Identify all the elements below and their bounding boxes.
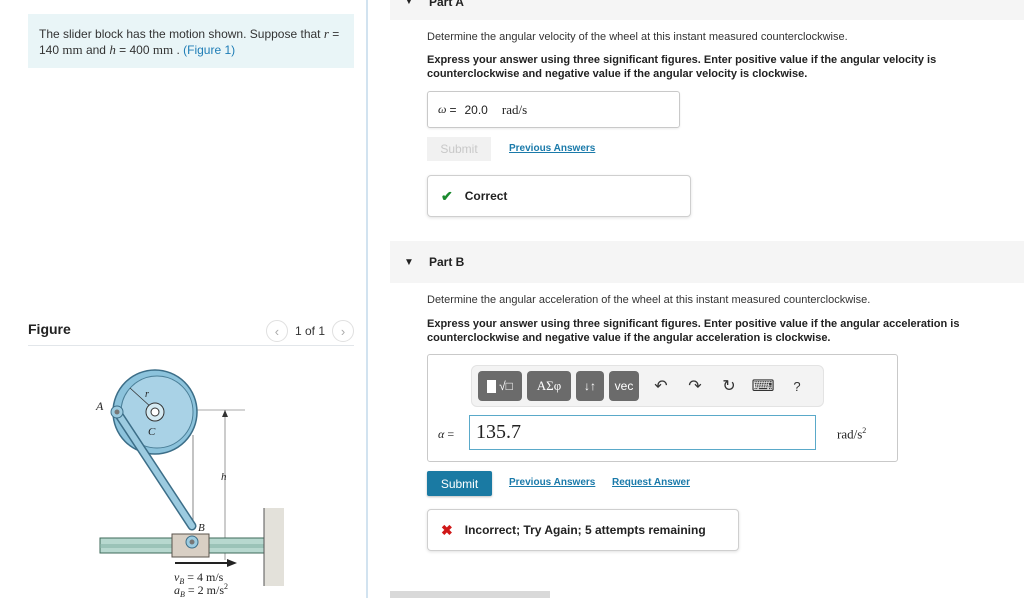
part-b-header[interactable]: ▼ Part B [390,241,1024,283]
label-c: C [148,426,156,438]
right-panel: ▼ Part A Determine the angular velocity … [390,0,1024,598]
part-a-question: Determine the angular velocity of the wh… [427,31,848,43]
figure-link[interactable]: (Figure 1) [183,43,235,57]
wall [264,508,284,586]
unit-exponent: 2 [862,426,867,435]
h-symbol: h [109,42,116,57]
part-b-math-editor: √□ ΑΣφ ↓↑ vec ↶ ↷ ↻ ⌨ ? α = 135.7 rad/s2 [427,354,898,462]
omega-symbol: ω [438,102,447,116]
arrows-button[interactable]: ↓↑ [576,371,604,401]
part-b-unit: rad/s2 [837,426,866,442]
part-b-question: Determine the angular acceleration of th… [427,294,871,306]
reset-icon[interactable]: ↻ [712,376,746,396]
vector-button[interactable]: vec [609,371,639,401]
r-value: 140 [39,43,60,57]
part-a-header[interactable]: ▼ Part A [390,0,1024,20]
part-a-feedback-text: Correct [464,189,508,203]
part-b-instructions: Express your answer using three signific… [427,318,960,344]
part-a-unit: rad/s [501,101,528,117]
part-a-previous-answers-link[interactable]: Previous Answers [509,143,595,154]
keyboard-icon[interactable]: ⌨ [746,376,780,396]
label-b: B [198,522,205,534]
h-arrow-top [222,410,228,417]
request-answer-link[interactable]: Request Answer [612,477,690,488]
root-icon: √□ [499,379,513,393]
mechanism-figure: A C r h B vB = 4 m/s aB = 2 m/s2 [95,369,284,598]
part-b-previous-answers-link[interactable]: Previous Answers [509,477,595,488]
equals: = [449,102,457,117]
pin-a-center [114,409,120,415]
label-h: h [221,471,227,483]
period: . [173,43,184,57]
x-mark-icon: ✖ [441,521,453,538]
and-text: and [82,43,110,57]
templates-button[interactable]: √□ [478,371,522,401]
undo-icon[interactable]: ↶ [644,376,678,396]
label-a: A [95,399,104,413]
part-a-feedback: ✔ Correct [427,175,691,217]
panel-divider [366,0,368,598]
part-b-feedback-text: Incorrect; Try Again; 5 attempts remaini… [464,523,706,537]
template-box-icon [487,379,497,393]
equals: = [444,427,455,441]
help-icon[interactable]: ? [780,379,814,394]
checkmark-icon: ✔ [441,187,453,204]
unit-mm: mm [62,42,83,57]
part-a-value: 20.0 [464,102,488,117]
figure-header: Figure ‹ 1 of 1 › [28,318,354,346]
part-b-answer-input[interactable]: 135.7 [469,415,816,450]
problem-text: The slider block has the motion shown. S… [39,27,324,41]
figure-pager: ‹ 1 of 1 › [265,320,354,342]
collapse-arrow-icon: ▼ [404,0,414,7]
greek-symbols-button[interactable]: ΑΣφ [527,371,571,401]
part-a-submit-button[interactable]: Submit [427,137,491,161]
redo-icon[interactable]: ↷ [678,376,712,396]
hub-center [150,407,160,417]
prev-figure-button[interactable]: ‹ [265,320,288,342]
alpha-label: α = [438,427,454,442]
pin-b-center [189,539,195,545]
label-r: r [145,389,149,400]
next-figure-button[interactable]: › [332,320,354,342]
equals: = [328,27,340,41]
unit-mm: mm [152,42,174,57]
part-b-label: Part B [429,255,465,269]
h-value: 400 [129,43,150,57]
problem-statement: The slider block has the motion shown. S… [28,14,354,68]
part-b-feedback: ✖ Incorrect; Try Again; 5 attempts remai… [427,509,739,551]
unit-text: rad/s [837,426,863,442]
left-panel: The slider block has the motion shown. S… [0,0,366,598]
figure-title: Figure [28,321,71,337]
next-section-bar [390,591,550,598]
part-a-label: Part A [429,0,464,9]
pager-text: 1 of 1 [294,324,325,338]
collapse-arrow-icon: ▼ [404,257,414,268]
velocity-arrowhead [227,559,237,567]
part-a-answer-box: ω = 20.0 rad/s [427,91,680,128]
part-b-submit-button[interactable]: Submit [427,471,492,496]
chevron-left-icon: ‹ [274,323,280,339]
part-a-instructions: Express your answer using three signific… [427,54,937,80]
chevron-right-icon: › [340,323,346,339]
math-toolbar: √□ ΑΣφ ↓↑ vec ↶ ↷ ↻ ⌨ ? [471,365,824,407]
